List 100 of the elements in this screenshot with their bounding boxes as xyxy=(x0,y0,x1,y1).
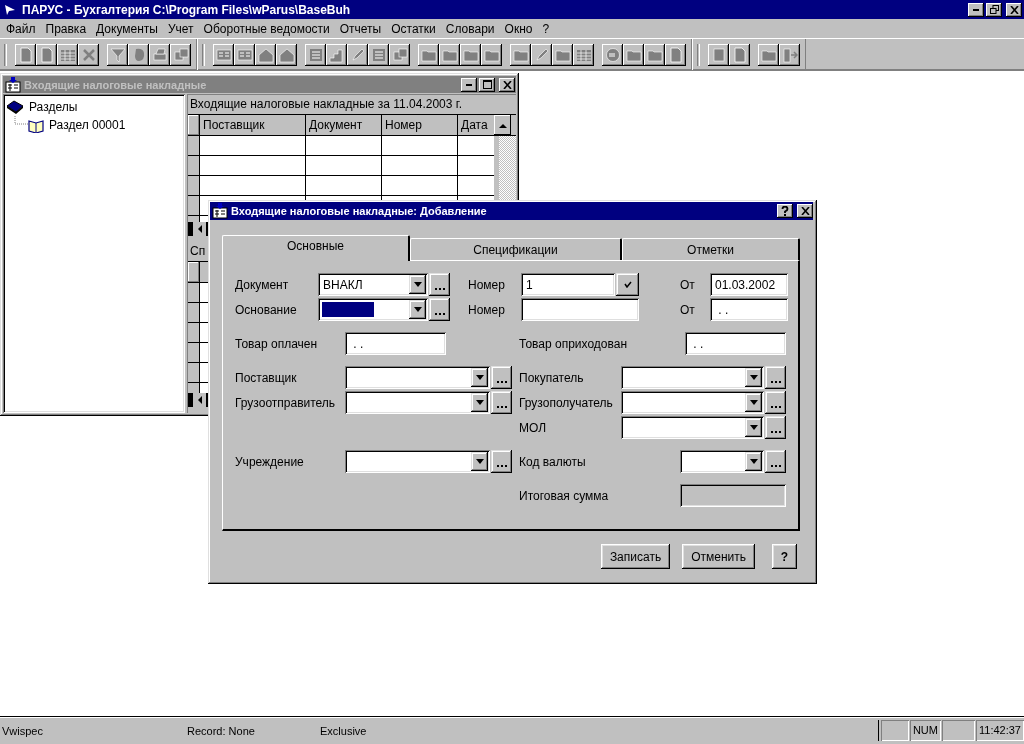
connector-line xyxy=(14,116,28,128)
toolbar-button[interactable] xyxy=(170,43,191,66)
browse-button[interactable] xyxy=(491,391,512,414)
toolbar-button[interactable] xyxy=(255,43,276,66)
browse-button[interactable] xyxy=(765,450,786,473)
toolbar-button[interactable] xyxy=(326,43,347,66)
dropdown-field[interactable] xyxy=(621,391,764,414)
input-field[interactable] xyxy=(521,298,639,321)
toolbar-button[interactable] xyxy=(213,43,234,66)
toolbar-button[interactable] xyxy=(439,43,460,66)
tab[interactable]: Отметки xyxy=(622,238,800,260)
menu-item[interactable]: ? xyxy=(537,21,555,36)
toolbar-button[interactable] xyxy=(57,43,78,66)
toolbar-button[interactable] xyxy=(481,43,502,66)
toolbar-button[interactable] xyxy=(623,43,644,66)
browse-button[interactable] xyxy=(765,391,786,414)
close-button[interactable] xyxy=(797,204,813,218)
arrow-icon xyxy=(4,3,16,16)
browse-button[interactable] xyxy=(429,273,450,296)
toolbar-button[interactable] xyxy=(305,43,326,66)
browse-button[interactable] xyxy=(491,450,512,473)
child-window-title: Входящие налоговые накладные xyxy=(24,78,207,91)
dropdown-field[interactable] xyxy=(680,450,764,473)
tab[interactable]: Спецификации xyxy=(410,238,622,260)
toolbar-button[interactable] xyxy=(510,43,531,66)
toolbar-button[interactable] xyxy=(347,43,368,66)
dropdown-field[interactable]: ВНАКЛ xyxy=(318,273,428,296)
menu-item[interactable]: Оборотные ведомости xyxy=(198,21,335,36)
dropdown-field[interactable] xyxy=(345,391,490,414)
field-label: Грузоотправитель xyxy=(235,395,337,410)
list-icon xyxy=(370,46,387,63)
input-field[interactable]: 1 xyxy=(521,273,615,296)
menu-item[interactable]: Файл xyxy=(1,21,41,36)
help-button[interactable]: ? xyxy=(772,544,797,569)
toolbar-button[interactable] xyxy=(149,43,170,66)
input-field[interactable]: 01.03.2002 xyxy=(710,273,788,296)
close-button[interactable] xyxy=(1006,2,1022,17)
browse-button[interactable] xyxy=(491,366,512,389)
field-label: Поставщик xyxy=(235,370,298,385)
tree-item[interactable]: Раздел 00001 xyxy=(28,116,126,134)
toolbar-button[interactable] xyxy=(128,43,149,66)
open-book-icon xyxy=(28,117,44,133)
toolbar-button[interactable] xyxy=(758,43,779,66)
dropdown-field[interactable] xyxy=(621,416,764,439)
dialog-button[interactable]: Отменить xyxy=(682,544,755,569)
menu-item[interactable]: Правка xyxy=(40,21,92,36)
browse-button[interactable] xyxy=(429,298,450,321)
dialog-button[interactable]: Записать xyxy=(600,544,671,569)
dropdown-field[interactable] xyxy=(345,450,490,473)
tab[interactable]: Основные xyxy=(222,235,410,261)
toolbar-button[interactable] xyxy=(418,43,439,66)
menu-item[interactable]: Словари xyxy=(440,21,500,36)
toolbar-button[interactable] xyxy=(708,43,729,66)
page-icon xyxy=(17,46,34,63)
toolbar-button[interactable] xyxy=(460,43,481,66)
toolbar-button[interactable] xyxy=(552,43,573,66)
close-icon xyxy=(1009,5,1019,14)
browse-button[interactable] xyxy=(765,416,786,439)
toolbar-button[interactable] xyxy=(573,43,594,66)
close-button[interactable] xyxy=(499,77,515,92)
restore-button[interactable] xyxy=(986,2,1002,17)
boxes-icon xyxy=(391,46,408,63)
dropdown-field[interactable] xyxy=(318,298,428,321)
window-title: ПАРУС - Бухгалтерия C:\Program Files\wParus\BaseBuh xyxy=(22,2,351,17)
toolbar-button[interactable] xyxy=(234,43,255,66)
tree-item[interactable]: Разделы xyxy=(6,98,182,116)
dropdown-field[interactable] xyxy=(621,366,764,389)
maximize-button[interactable] xyxy=(479,77,495,92)
menu-item[interactable]: Отчеты xyxy=(334,21,387,36)
menu-item[interactable]: Окно xyxy=(499,21,538,36)
status-text: Record: None xyxy=(186,724,256,737)
confirm-button[interactable] xyxy=(616,273,639,296)
toolbar-button[interactable] xyxy=(389,43,410,66)
toolbar-button[interactable] xyxy=(665,43,686,66)
toolbar-button[interactable] xyxy=(107,43,128,66)
toolbar-button[interactable] xyxy=(729,43,750,66)
toolbar-button[interactable] xyxy=(15,43,36,66)
toolbar-button[interactable] xyxy=(644,43,665,66)
input-field[interactable]: . . xyxy=(345,332,446,355)
dropdown-field[interactable] xyxy=(345,366,490,389)
toolbar-button[interactable] xyxy=(78,43,99,66)
toolbar-button[interactable] xyxy=(602,43,623,66)
help-button[interactable] xyxy=(777,204,793,218)
toolbar-button[interactable] xyxy=(276,43,297,66)
input-field[interactable]: . . xyxy=(685,332,786,355)
house-icon xyxy=(278,46,295,63)
minimize-button[interactable] xyxy=(968,2,984,17)
toolbar-button[interactable] xyxy=(779,43,800,66)
toolbar-button[interactable] xyxy=(531,43,552,66)
menu-item[interactable]: Документы xyxy=(91,21,163,36)
menu-item[interactable]: Остатки xyxy=(386,21,441,36)
toolbar-button[interactable] xyxy=(36,43,57,66)
input-field[interactable]: . . xyxy=(710,298,788,321)
page-icon xyxy=(38,46,55,63)
menu-item[interactable]: Учет xyxy=(162,21,199,36)
browse-button[interactable] xyxy=(765,366,786,389)
close-icon xyxy=(800,207,810,215)
minimize-button[interactable] xyxy=(461,77,477,92)
scroll-up-button[interactable] xyxy=(494,115,511,135)
toolbar-button[interactable] xyxy=(368,43,389,66)
